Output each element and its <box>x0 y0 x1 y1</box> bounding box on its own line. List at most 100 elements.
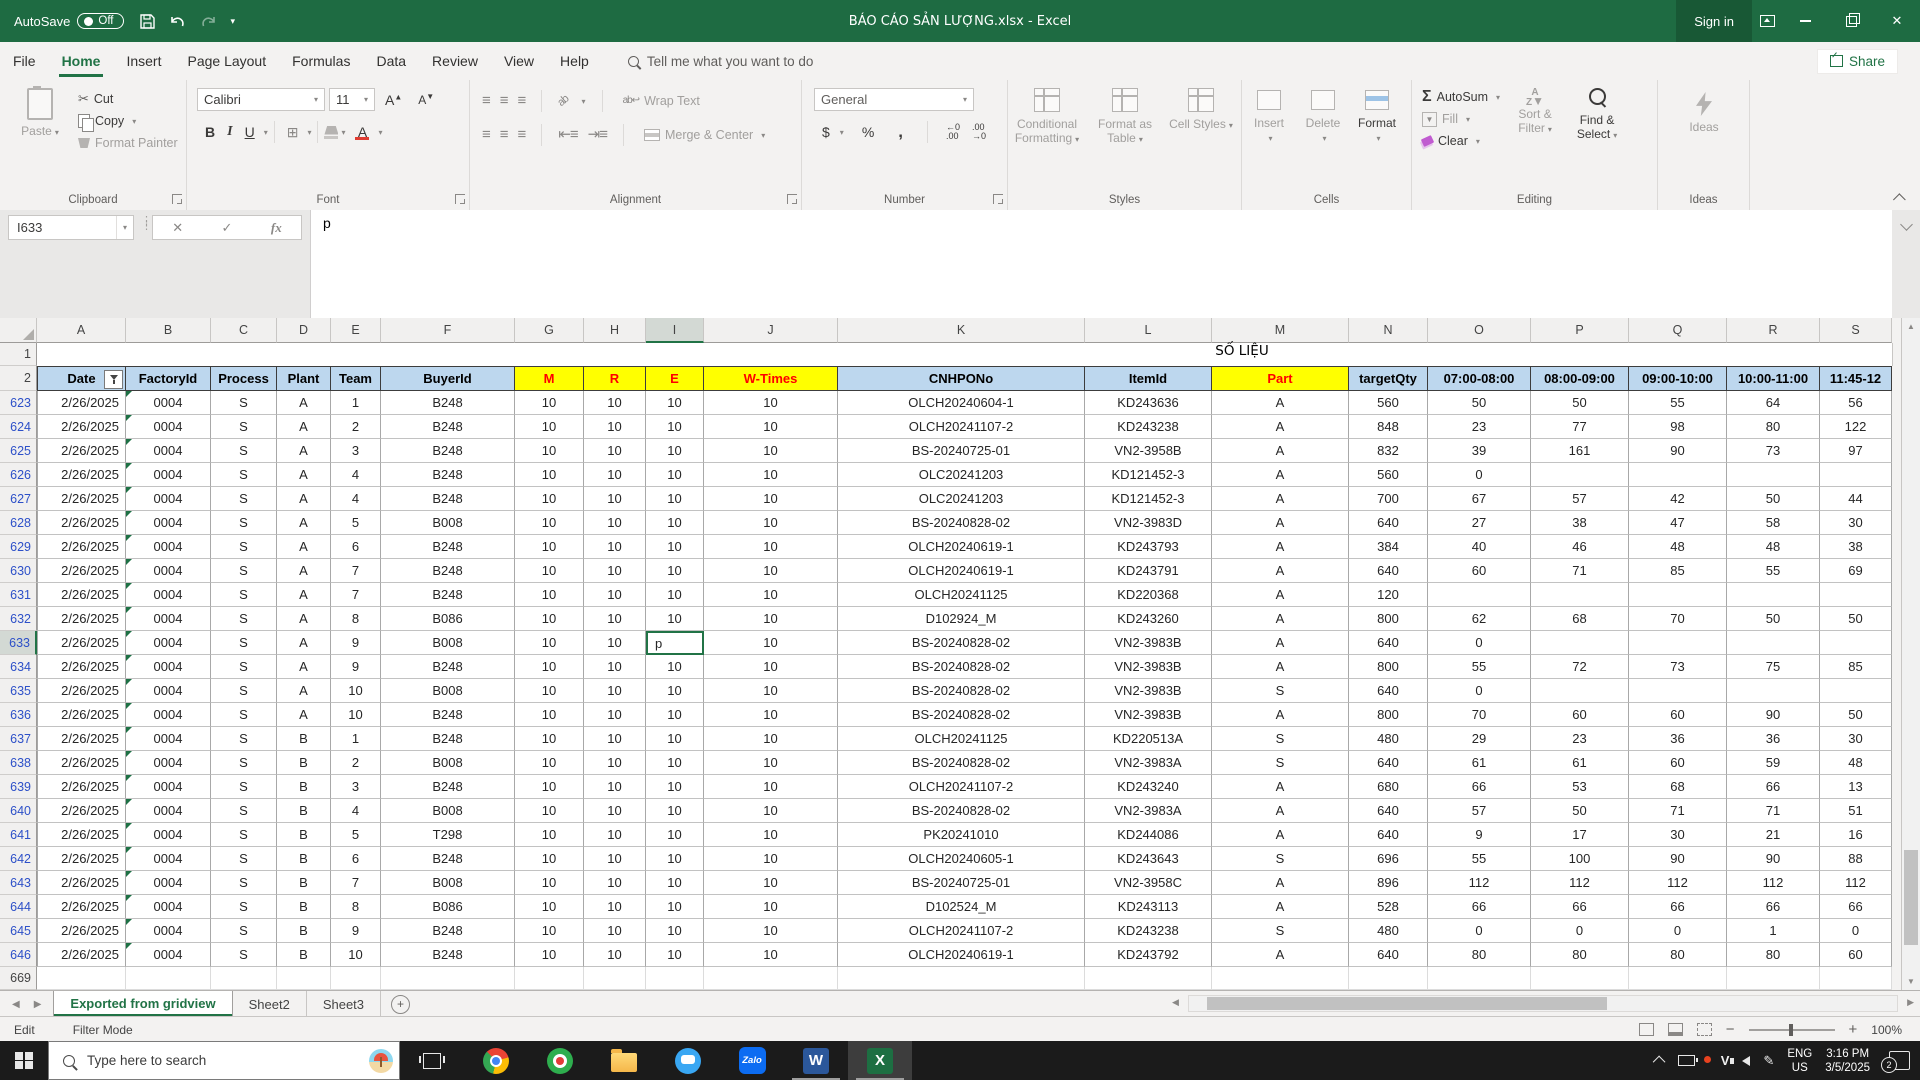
delete-cells-button[interactable]: Delete ▾ <box>1296 80 1350 210</box>
grid-cell[interactable]: 60 <box>1531 703 1629 727</box>
grid-cell[interactable] <box>1531 967 1629 990</box>
grid-cell[interactable]: 46 <box>1531 535 1629 559</box>
grid-cell[interactable] <box>1820 463 1892 487</box>
grid-cell[interactable]: 0004 <box>126 895 211 919</box>
grid-cell[interactable]: 70 <box>1428 703 1531 727</box>
grid-cell[interactable]: 10 <box>584 607 646 631</box>
grid-cell[interactable]: 0004 <box>126 823 211 847</box>
grid-cell[interactable]: B <box>277 919 331 943</box>
grid-cell[interactable]: 112 <box>1531 871 1629 895</box>
grid-cell[interactable]: 0004 <box>126 919 211 943</box>
row-header-641[interactable]: 641 <box>0 823 37 847</box>
grid-cell[interactable]: A <box>1212 535 1349 559</box>
grid-cell[interactable]: 36 <box>1727 727 1820 751</box>
sort-filter-button[interactable]: A Z▼ Sort & Filter ▾ <box>1504 80 1566 136</box>
align-right-icon[interactable]: ≡ <box>518 127 527 142</box>
grid-cell[interactable]: S <box>211 703 277 727</box>
grid-cell[interactable]: 120 <box>1349 583 1428 607</box>
grid-cell[interactable]: 0004 <box>126 583 211 607</box>
grid-cell[interactable]: A <box>277 679 331 703</box>
grid-cell[interactable]: 10 <box>704 391 838 415</box>
grid-cell[interactable]: 9 <box>1428 823 1531 847</box>
grid-cell[interactable]: 10 <box>515 415 584 439</box>
grid-cell[interactable]: BS-20240828-02 <box>838 751 1085 775</box>
grid-cell[interactable]: A <box>277 703 331 727</box>
grid-cell[interactable]: 68 <box>1531 607 1629 631</box>
grid-cell[interactable]: 640 <box>1349 559 1428 583</box>
grid-cell[interactable]: A <box>277 535 331 559</box>
grid-cell[interactable]: S <box>211 583 277 607</box>
grid-cell[interactable]: 10 <box>515 919 584 943</box>
grid-cell[interactable]: 13 <box>1820 775 1892 799</box>
ribbon-tab-formulas[interactable]: Formulas <box>279 42 363 80</box>
grid-cell[interactable]: B008 <box>381 631 515 655</box>
grid-cell[interactable]: 50 <box>1727 607 1820 631</box>
grid-cell[interactable]: OLCH20240605-1 <box>838 847 1085 871</box>
row-header-633[interactable]: 633 <box>0 631 37 655</box>
redo-icon[interactable] <box>200 14 217 29</box>
grid-cell[interactable]: 40 <box>1428 535 1531 559</box>
show-hidden-icons-icon[interactable] <box>1652 1055 1666 1069</box>
grid-cell[interactable]: S <box>211 439 277 463</box>
grid-cell[interactable]: 2/26/2025 <box>37 799 126 823</box>
grid-cell[interactable]: 10 <box>646 415 704 439</box>
grid-cell[interactable]: S <box>1212 727 1349 751</box>
grid-cell[interactable]: 10 <box>584 487 646 511</box>
grid-cell[interactable]: 30 <box>1820 727 1892 751</box>
grid-cell[interactable]: B <box>277 943 331 967</box>
grid-cell[interactable]: 50 <box>1428 391 1531 415</box>
table-header-buyerid[interactable]: BuyerId <box>381 366 515 391</box>
grid-cell[interactable]: B <box>277 727 331 751</box>
grid-cell[interactable]: 30 <box>1629 823 1727 847</box>
grid-cell[interactable]: 0004 <box>126 607 211 631</box>
table-header-07-00-08-00[interactable]: 07:00-08:00 <box>1428 366 1531 391</box>
grid-cell[interactable]: 0 <box>1428 631 1531 655</box>
grid-cell[interactable]: 0004 <box>126 463 211 487</box>
number-dialog-launcher-icon[interactable] <box>993 194 1003 204</box>
grid-cell[interactable]: 9 <box>331 919 381 943</box>
grid-cell[interactable]: KD243792 <box>1085 943 1212 967</box>
column-header-B[interactable]: B <box>126 318 211 343</box>
grid-cell[interactable]: 71 <box>1629 799 1727 823</box>
grid-cell[interactable]: BS-20240828-02 <box>838 679 1085 703</box>
increase-indent-icon[interactable]: ⇥≡ <box>588 127 608 142</box>
grid-cell[interactable]: 57 <box>1428 799 1531 823</box>
grid-cell[interactable]: KD244086 <box>1085 823 1212 847</box>
grid-cell[interactable] <box>1727 631 1820 655</box>
orientation-icon[interactable]: ab <box>556 93 572 109</box>
grid-cell[interactable]: 100 <box>1531 847 1629 871</box>
grid-cell[interactable]: 0004 <box>126 415 211 439</box>
grid-cell[interactable]: 10 <box>704 775 838 799</box>
grid-cell[interactable]: 10 <box>646 487 704 511</box>
grid-cell[interactable]: A <box>1212 559 1349 583</box>
column-header-G[interactable]: G <box>515 318 584 343</box>
grid-cell[interactable]: 21 <box>1727 823 1820 847</box>
column-header-L[interactable]: L <box>1085 318 1212 343</box>
grid-cell[interactable]: BS-20240725-01 <box>838 439 1085 463</box>
grid-cell[interactable]: KD220513A <box>1085 727 1212 751</box>
zoom-slider-knob[interactable] <box>1788 1023 1793 1036</box>
grid-cell[interactable]: 10 <box>584 871 646 895</box>
grid-cell[interactable] <box>1727 967 1820 990</box>
scroll-down-icon[interactable]: ▼ <box>1902 973 1920 990</box>
column-header-K[interactable]: K <box>838 318 1085 343</box>
grid-cell[interactable]: 9 <box>331 655 381 679</box>
grid-cell[interactable]: 10 <box>584 895 646 919</box>
grid-cell[interactable]: 0004 <box>126 847 211 871</box>
grid-cell[interactable]: S <box>1212 751 1349 775</box>
grid-cell[interactable]: 55 <box>1428 847 1531 871</box>
clipboard-dialog-launcher-icon[interactable] <box>172 194 182 204</box>
grid-cell[interactable]: 71 <box>1531 559 1629 583</box>
grid-cell[interactable]: 23 <box>1531 727 1629 751</box>
grid-cell[interactable]: 53 <box>1531 775 1629 799</box>
share-button[interactable]: Share <box>1816 48 1898 74</box>
row-header-625[interactable]: 625 <box>0 439 37 463</box>
grid-cell[interactable]: 10 <box>331 943 381 967</box>
formula-bar-drag-handle[interactable]: ⋮ ⋮ <box>141 216 152 232</box>
grid-cell[interactable] <box>1727 463 1820 487</box>
formula-input[interactable]: p <box>310 210 1892 318</box>
grid-cell[interactable]: A <box>1212 607 1349 631</box>
grid-cell[interactable]: 10 <box>646 751 704 775</box>
grid-cell[interactable]: 10 <box>515 751 584 775</box>
sheet-tab-exported-from-gridview[interactable]: Exported from gridview <box>53 991 233 1017</box>
